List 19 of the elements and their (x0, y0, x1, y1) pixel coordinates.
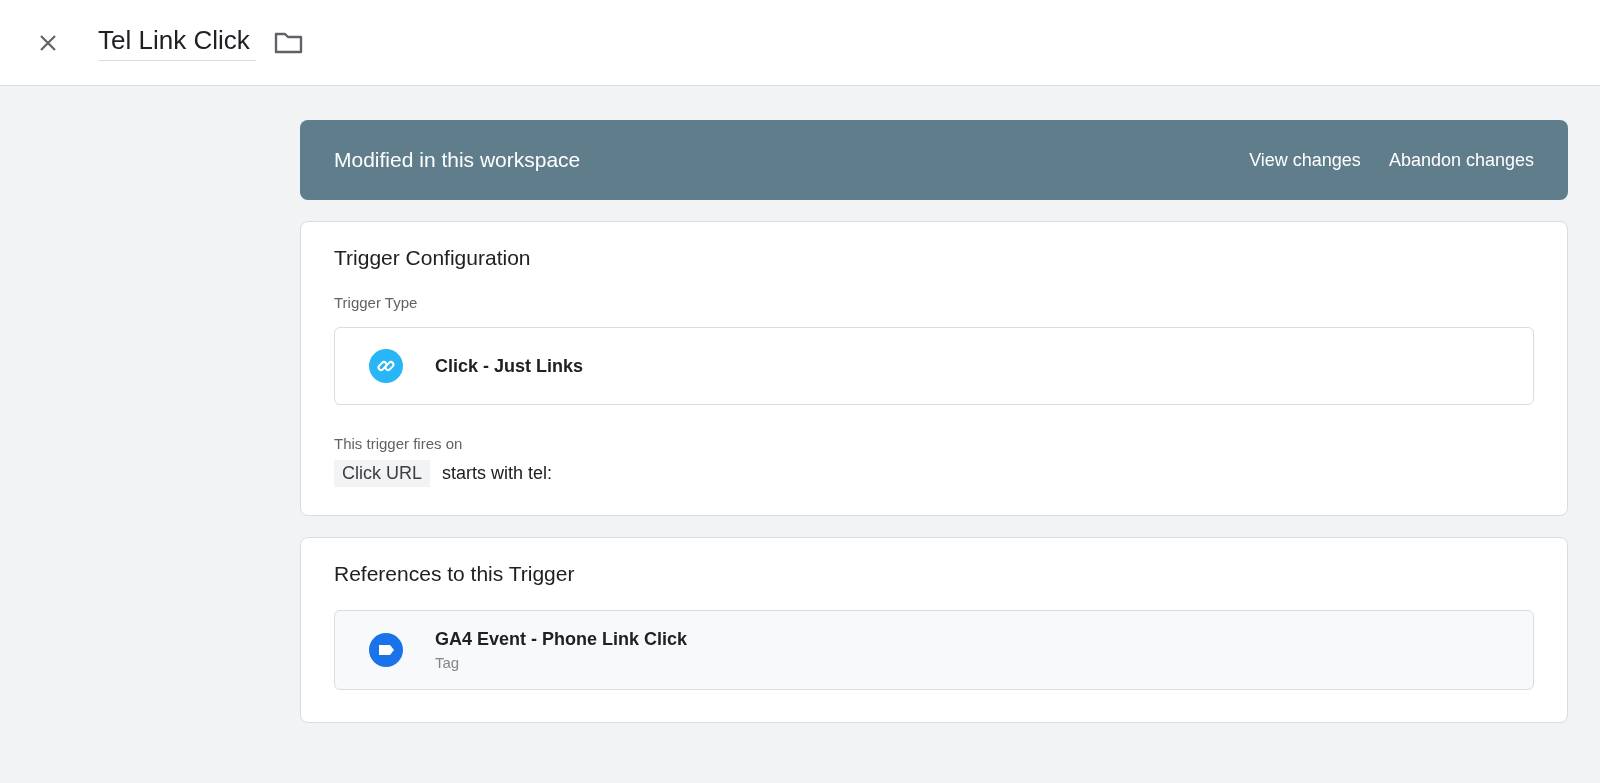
variable-chip: Click URL (334, 460, 430, 487)
close-icon (38, 32, 58, 53)
field-label: Trigger Type (334, 294, 419, 311)
banner-action-button[interactable]: View changes (1249, 149, 1361, 171)
reference-row[interactable]: GA4 Event - Phone Link Click Tag (334, 610, 1534, 690)
banner-action-button[interactable]: Abandon changes (1388, 149, 1534, 171)
reference-type: Tag (435, 654, 461, 671)
folder-icon[interactable] (274, 30, 304, 55)
section-title: References to this Trigger (334, 562, 576, 586)
banner-message: Modified in this workspace (334, 148, 582, 172)
trigger-type-row[interactable]: Click - Just Links (334, 327, 1534, 405)
reference-name: GA4 Event - Phone Link Click (435, 629, 688, 650)
trigger-type-name: Click - Just Links (435, 355, 584, 377)
field-label: This trigger fires on (334, 435, 464, 452)
condition-text: starts with tel: (442, 463, 553, 484)
tag-icon (369, 633, 403, 667)
name-field[interactable]: Tel Link Click (98, 24, 256, 61)
section-title: Trigger Configuration (334, 246, 532, 270)
link-icon (369, 349, 403, 383)
